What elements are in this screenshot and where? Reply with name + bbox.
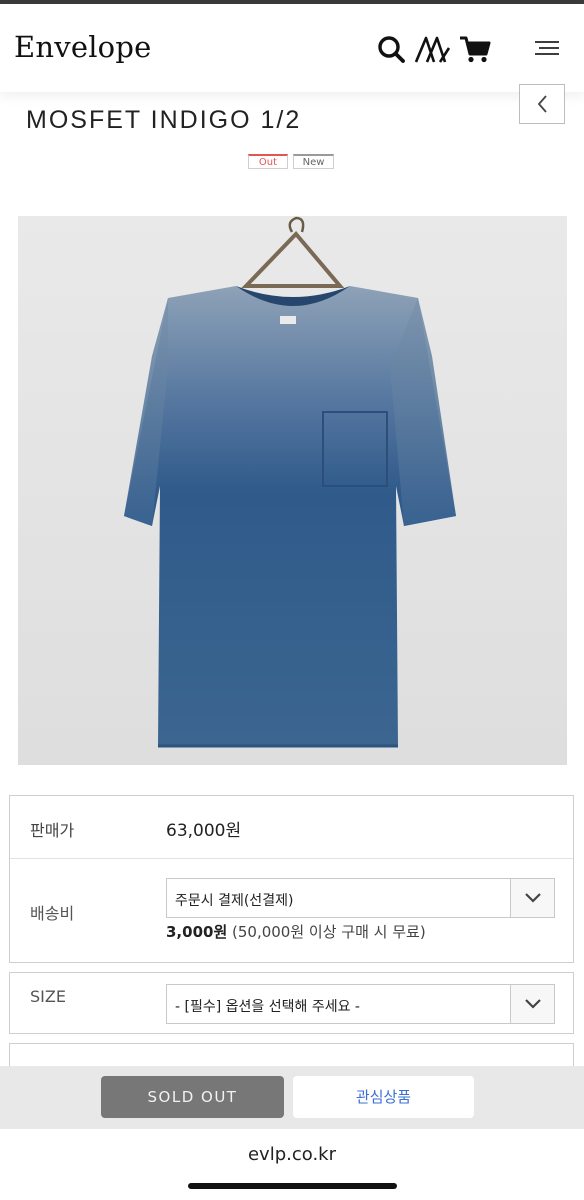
chevron-left-icon bbox=[537, 95, 547, 113]
url-text[interactable]: evlp.co.kr bbox=[0, 1144, 584, 1165]
shipping-note: 3,000원 (50,000원 이상 구매 시 무료) bbox=[166, 921, 426, 942]
search-icon[interactable] bbox=[375, 34, 409, 64]
brand-mark-icon[interactable] bbox=[414, 34, 452, 64]
chevron-down-icon bbox=[525, 893, 541, 903]
wishlist-button[interactable]: 관심상품 bbox=[293, 1076, 474, 1118]
size-option-box: SIZE - [필수] 옵션을 선택해 주세요 - bbox=[9, 972, 574, 1034]
price-label: 판매가 bbox=[30, 821, 75, 840]
shipping-condition: (50,000원 이상 구매 시 무료) bbox=[227, 923, 426, 941]
browser-url-bar: evlp.co.kr bbox=[0, 1129, 584, 1200]
shipping-label: 배송비 bbox=[30, 904, 75, 923]
back-button[interactable] bbox=[519, 84, 565, 124]
size-select[interactable]: - [필수] 옵션을 선택해 주세요 - bbox=[166, 984, 555, 1024]
site-logo[interactable]: Envelope bbox=[14, 30, 151, 64]
badge-new: New bbox=[293, 154, 334, 169]
badge-out: Out bbox=[248, 154, 288, 169]
shipping-fee: 3,000원 bbox=[166, 923, 228, 941]
sold-out-button[interactable]: SOLD OUT bbox=[101, 1076, 284, 1118]
product-image[interactable] bbox=[18, 216, 567, 765]
dropdown-button[interactable] bbox=[510, 879, 554, 917]
row-divider bbox=[10, 858, 573, 859]
cart-icon[interactable] bbox=[458, 34, 492, 64]
dropdown-button[interactable] bbox=[510, 985, 554, 1023]
price-value: 63,000원 bbox=[166, 821, 242, 841]
site-header: Envelope bbox=[0, 4, 584, 92]
shipping-method-value: 주문시 결제(선결제) bbox=[175, 893, 294, 909]
shipping-method-select[interactable]: 주문시 결제(선결제) bbox=[166, 878, 555, 918]
size-label: SIZE bbox=[30, 987, 66, 1006]
menu-icon[interactable] bbox=[533, 34, 561, 64]
size-select-value: - [필수] 옵션을 선택해 주세요 - bbox=[175, 999, 360, 1015]
home-indicator[interactable] bbox=[188, 1183, 397, 1189]
bottom-action-bar: SOLD OUT 관심상품 bbox=[0, 1066, 584, 1129]
chevron-down-icon bbox=[525, 999, 541, 1009]
price-shipping-box: 판매가 63,000원 배송비 주문시 결제(선결제) 3,000원 (50,0… bbox=[9, 795, 574, 963]
product-title: MOSFET INDIGO 1/2 bbox=[26, 106, 302, 134]
